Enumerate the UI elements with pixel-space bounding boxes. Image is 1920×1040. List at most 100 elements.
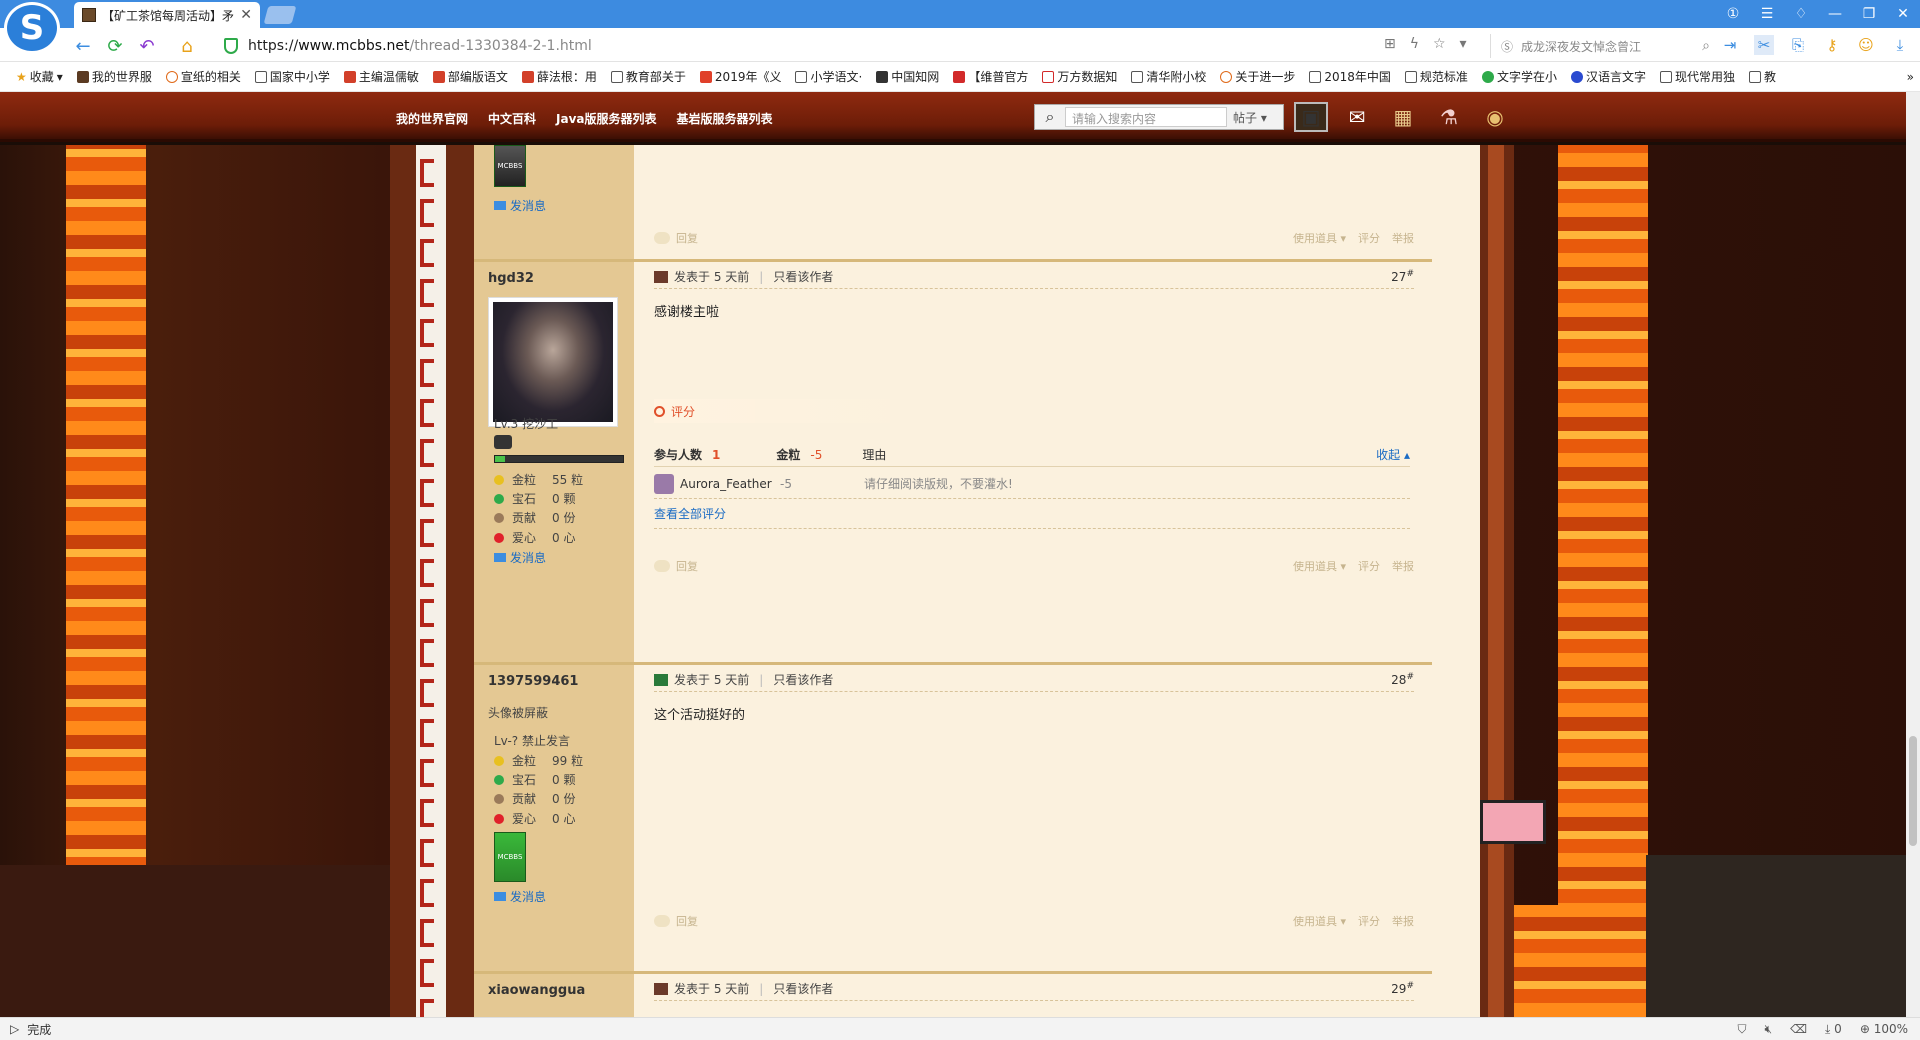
rating-title: 评分 bbox=[654, 399, 924, 423]
url-field[interactable]: https:// www.mcbbs.net /thread-1330384-2… bbox=[224, 35, 1372, 57]
bookmark-item[interactable]: 2019年《义 bbox=[694, 68, 788, 85]
nav-bedrock-servers[interactable]: 基岩版服务器列表 bbox=[677, 110, 773, 127]
translate-icon[interactable]: ⎘ bbox=[1788, 35, 1808, 55]
pig-back-to-top-icon[interactable] bbox=[1480, 800, 1546, 844]
restore-icon[interactable]: ❐ bbox=[1852, 0, 1886, 28]
page-scrollbar[interactable] bbox=[1906, 92, 1920, 1017]
cleanup-icon[interactable]: ⌫ bbox=[1790, 1022, 1807, 1037]
floor-number[interactable]: 27# bbox=[1391, 269, 1414, 284]
bookmark-item[interactable]: 部编版语文 bbox=[427, 68, 514, 85]
bookmark-item[interactable]: 宣纸的相关 bbox=[160, 68, 247, 85]
scissors-icon[interactable]: ✂ bbox=[1754, 35, 1774, 55]
lightning-icon[interactable]: ϟ bbox=[1410, 36, 1419, 52]
minimize-icon[interactable]: — bbox=[1818, 0, 1852, 28]
collapse-button[interactable]: 收起 ▴ bbox=[1376, 446, 1410, 463]
bookmark-item[interactable]: 现代常用独 bbox=[1654, 68, 1741, 85]
avatar[interactable] bbox=[488, 297, 618, 427]
send-message-link[interactable]: 发消息 bbox=[494, 549, 546, 566]
browser-search[interactable]: Ⓢ 成龙深夜发文悼念曾江 ⌕ bbox=[1490, 34, 1710, 58]
dropdown-icon[interactable]: ▾ bbox=[1460, 36, 1467, 52]
use-tool-button[interactable]: 使用道具 ▾ bbox=[1293, 558, 1346, 574]
use-tool-button[interactable]: 使用道具 ▾ bbox=[1293, 913, 1346, 929]
rate-button[interactable]: 评分 bbox=[1358, 558, 1380, 574]
tab-close-icon[interactable]: ✕ bbox=[240, 7, 252, 23]
qr-icon[interactable]: ⊞ bbox=[1384, 36, 1396, 52]
only-author-link[interactable]: 只看该作者 bbox=[773, 268, 833, 285]
bookmarks-overflow-icon[interactable]: » bbox=[1901, 70, 1920, 84]
download-icon[interactable]: ⤓ bbox=[1890, 35, 1910, 55]
bookmark-item[interactable]: 薛法根：用 bbox=[516, 68, 603, 85]
rater-name[interactable]: Aurora_Feather bbox=[680, 477, 780, 491]
bookmark-item[interactable]: 汉语言文字 bbox=[1565, 68, 1652, 85]
mail-icon[interactable]: ✉ bbox=[1340, 102, 1374, 132]
close-window-icon[interactable]: ✕ bbox=[1886, 0, 1920, 28]
downloads-status[interactable]: ⤓ 0 bbox=[1825, 1022, 1842, 1037]
bookmark-item[interactable]: 文字学在小 bbox=[1476, 68, 1563, 85]
search-icon[interactable]: ⌕ bbox=[1702, 38, 1710, 54]
menu-icon[interactable]: ☰ bbox=[1750, 0, 1784, 28]
skin-icon[interactable]: ♢ bbox=[1784, 0, 1818, 28]
search-icon[interactable]: ⌕ bbox=[1035, 107, 1065, 127]
rater-avatar[interactable] bbox=[654, 473, 674, 494]
key-icon[interactable]: ⚷ bbox=[1822, 35, 1842, 55]
potion-icon[interactable]: ⚗ bbox=[1432, 102, 1466, 132]
bookmark-item[interactable]: 小学语文· bbox=[789, 68, 868, 85]
floor-number[interactable]: 29# bbox=[1391, 981, 1414, 996]
scrollbar-thumb[interactable] bbox=[1909, 736, 1917, 846]
rate-button[interactable]: 评分 bbox=[1358, 230, 1380, 246]
crafting-icon[interactable]: ▦ bbox=[1386, 102, 1420, 132]
reply-button[interactable]: 回复 bbox=[676, 558, 698, 574]
cookie-icon[interactable]: ◉ bbox=[1478, 102, 1512, 132]
reply-button[interactable]: 回复 bbox=[676, 230, 698, 246]
bookmark-item[interactable]: 主编温儒敏 bbox=[338, 68, 425, 85]
send-message-link[interactable]: 发消息 bbox=[494, 197, 546, 214]
only-author-link[interactable]: 只看该作者 bbox=[773, 980, 833, 997]
bookmark-item[interactable]: 2018年中国 bbox=[1303, 68, 1397, 85]
star-icon[interactable]: ☆ bbox=[1433, 36, 1446, 52]
report-button[interactable]: 举报 bbox=[1392, 913, 1414, 929]
send-message-link[interactable]: 发消息 bbox=[494, 888, 546, 905]
bookmark-favorites[interactable]: ★ 收藏 ▾ bbox=[10, 68, 69, 85]
new-tab-button[interactable] bbox=[263, 6, 297, 24]
author-name[interactable]: hgd32 bbox=[488, 271, 534, 286]
rate-button[interactable]: 评分 bbox=[1358, 913, 1380, 929]
bookmark-item[interactable]: 清华附小校 bbox=[1125, 68, 1212, 85]
bookmark-item[interactable]: 万方数据知 bbox=[1036, 68, 1123, 85]
sidebar-toggle-icon[interactable]: ▷ bbox=[10, 1022, 19, 1036]
home-icon[interactable]: ⌂ bbox=[176, 35, 198, 57]
undo-icon[interactable]: ↶ bbox=[136, 35, 158, 57]
report-button[interactable]: 举报 bbox=[1392, 558, 1414, 574]
bookmark-item[interactable]: 我的世界服 bbox=[71, 68, 158, 85]
floor-number[interactable]: 28# bbox=[1391, 672, 1414, 687]
search-type-select[interactable]: 帖子 ▾ bbox=[1227, 109, 1283, 126]
bookmark-item[interactable]: 教 bbox=[1743, 68, 1782, 85]
nav-official-site[interactable]: 我的世界官网 bbox=[396, 110, 468, 127]
login-icon[interactable]: ⇥ bbox=[1720, 35, 1740, 55]
bookmark-item[interactable]: 【维普官方 bbox=[947, 68, 1034, 85]
report-button[interactable]: 举报 bbox=[1392, 230, 1414, 246]
nav-java-servers[interactable]: Java版服务器列表 bbox=[556, 110, 656, 127]
emoji-icon[interactable]: ☺ bbox=[1856, 35, 1876, 55]
bookmark-item[interactable]: 中国知网 bbox=[870, 68, 945, 85]
bookmark-item[interactable]: 教育部关于 bbox=[605, 68, 692, 85]
nav-wiki[interactable]: 中文百科 bbox=[488, 110, 536, 127]
only-author-link[interactable]: 只看该作者 bbox=[773, 671, 833, 688]
bookmark-item[interactable]: 关于进一步 bbox=[1214, 68, 1301, 85]
site-search-input[interactable]: 请输入搜索内容 bbox=[1065, 107, 1227, 127]
bookmark-item[interactable]: 国家中小学 bbox=[249, 68, 336, 85]
zoom-level[interactable]: ⊕ 100% bbox=[1860, 1022, 1908, 1037]
user-avatar-icon[interactable]: ▣ bbox=[1294, 102, 1328, 132]
browser-tab[interactable]: 【矿工茶馆每周活动】矛 ✕ bbox=[74, 2, 260, 28]
author-name[interactable]: 1397599461 bbox=[488, 674, 578, 689]
use-tool-button[interactable]: 使用道具 ▾ bbox=[1293, 230, 1346, 246]
tab-count-icon[interactable]: ① bbox=[1716, 0, 1750, 28]
browser-logo-icon[interactable]: S bbox=[4, 2, 60, 54]
refresh-icon[interactable]: ⟳ bbox=[104, 35, 126, 57]
bookmark-item[interactable]: 规范标准 bbox=[1399, 68, 1474, 85]
mute-icon[interactable]: 🔇︎ bbox=[1765, 1022, 1773, 1037]
back-icon[interactable]: ← bbox=[72, 35, 94, 57]
reply-button[interactable]: 回复 bbox=[676, 913, 698, 929]
view-all-ratings[interactable]: 查看全部评分 bbox=[654, 499, 1410, 529]
author-name[interactable]: xiaowanggua bbox=[488, 983, 585, 998]
security-icon[interactable]: ⛉ bbox=[1738, 1022, 1747, 1037]
